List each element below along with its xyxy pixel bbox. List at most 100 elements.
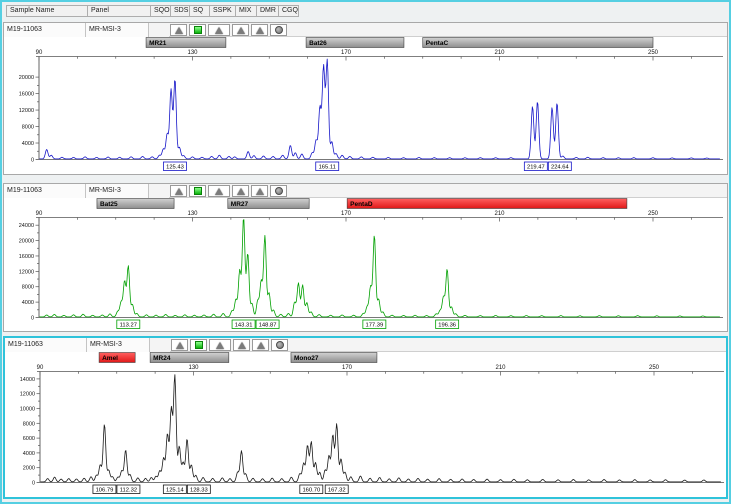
warning-triangle-icon (256, 188, 264, 195)
x-tick-label: 130 (188, 365, 199, 371)
x-tick-label: 130 (187, 50, 198, 56)
warning-triangle-icon (237, 188, 245, 195)
cgq-flag[interactable] (271, 339, 288, 351)
electropherogram-black[interactable]: AmelMR24Mono2790130170210250020004000600… (5, 352, 728, 497)
cgq-flag[interactable] (270, 24, 287, 36)
sample-row-filler (289, 338, 726, 351)
trace (41, 375, 721, 482)
sample-row: M19-11063 MR-MSI-3 (4, 184, 727, 198)
x-tick-label: 210 (494, 50, 505, 56)
mix-flag[interactable] (232, 24, 249, 36)
sspk-flag[interactable] (208, 185, 230, 197)
mix-flag[interactable] (232, 185, 249, 197)
green-square-icon (195, 341, 203, 349)
sspk-flag[interactable] (208, 24, 230, 36)
header-sspk[interactable]: SSPK (210, 5, 236, 17)
msi-analysis-pane: Sample Name Panel SQO SDS SQ SSPK MIX DM… (0, 0, 731, 504)
cgq-flag[interactable] (270, 185, 287, 197)
y-tick-label: 16000 (19, 254, 34, 260)
sds-flag[interactable] (171, 339, 188, 351)
panel-name-cell[interactable]: MR-MSI-3 (86, 184, 149, 198)
sample-panel-2: M19-11063 MR-MSI-3 Bat25MR27PentaD901301… (3, 183, 728, 332)
header-sqo[interactable]: SQO (151, 5, 171, 17)
electropherogram-green[interactable]: Bat25MR27PentaD9013017021025004000800012… (4, 198, 727, 332)
warning-triangle-icon (176, 342, 184, 349)
electropherogram-blue[interactable]: MR21Bat26PentaC9013017021025004000800012… (4, 37, 727, 174)
x-tick-label: 250 (648, 211, 659, 217)
y-tick-label: 4000 (22, 300, 34, 306)
sample-name-cell[interactable]: M19-11063 (4, 184, 86, 198)
x-tick-label: 170 (342, 365, 353, 371)
sq-flag[interactable] (189, 24, 206, 36)
warning-triangle-icon (238, 342, 246, 349)
x-tick-label: 210 (495, 365, 506, 371)
peak-size-label: 165.11 (319, 165, 336, 171)
peak-size-label: 196.36 (438, 323, 456, 329)
header-panel[interactable]: Panel (88, 5, 151, 17)
sample-row: M19-11063 MR-MSI-3 (4, 23, 727, 37)
x-tick-label: 90 (37, 365, 44, 371)
trace (40, 220, 720, 317)
sample-row-filler (288, 184, 727, 197)
y-tick-label: 20000 (19, 75, 34, 81)
sq-flag[interactable] (190, 339, 207, 351)
marker-label: Bat25 (100, 201, 118, 208)
marker-bar-pentad[interactable] (347, 199, 627, 209)
header-mix[interactable]: MIX (236, 5, 257, 17)
mix-flag[interactable] (233, 339, 250, 351)
y-tick-label: 4000 (23, 451, 35, 457)
marker-label: MR24 (153, 355, 171, 362)
sample-name-cell[interactable]: M19-11063 (5, 338, 87, 352)
panel-name-cell[interactable]: MR-MSI-3 (86, 23, 149, 37)
trace (40, 59, 720, 159)
peak-size-label: 160.70 (302, 488, 320, 494)
header-cgq[interactable]: CGQ (279, 5, 299, 17)
x-tick-label: 90 (36, 50, 43, 56)
marker-label: PentaC (426, 40, 449, 47)
sample-row-filler (288, 23, 727, 36)
x-tick-label: 170 (341, 211, 352, 217)
marker-bar-pentac[interactable] (423, 38, 653, 48)
y-tick-label: 24000 (19, 223, 34, 229)
header-dmr[interactable]: DMR (257, 5, 279, 17)
y-tick-label: 20000 (19, 239, 34, 245)
y-tick-label: 0 (31, 158, 34, 164)
dmr-flag[interactable] (251, 185, 268, 197)
y-tick-label: 10000 (20, 407, 35, 413)
y-tick-label: 8000 (23, 421, 35, 427)
peak-size-label: 219.47 (527, 165, 545, 171)
header-sample-name[interactable]: Sample Name (6, 5, 88, 17)
sds-flag[interactable] (170, 24, 187, 36)
dmr-flag[interactable] (251, 24, 268, 36)
warning-triangle-icon (175, 188, 183, 195)
sds-flag[interactable] (170, 185, 187, 197)
x-tick-label: 130 (187, 211, 198, 217)
peak-size-label: 143.31 (235, 323, 253, 329)
sqo-cell (150, 338, 170, 352)
gray-circle-icon (276, 341, 284, 349)
header-sds[interactable]: SDS (171, 5, 190, 17)
marker-label: MR27 (231, 201, 249, 208)
y-tick-label: 4000 (22, 141, 34, 147)
y-tick-label: 6000 (23, 436, 35, 442)
sq-flag[interactable] (189, 185, 206, 197)
sample-name-cell[interactable]: M19-11063 (4, 23, 86, 37)
peak-size-label: 128.33 (190, 488, 208, 494)
dmr-flag[interactable] (252, 339, 269, 351)
peak-size-label: 125.14 (166, 488, 185, 494)
gray-circle-icon (275, 187, 283, 195)
y-tick-label: 14000 (20, 377, 35, 383)
y-tick-label: 2000 (23, 466, 35, 472)
sqo-cell (149, 184, 169, 198)
panel-name-cell[interactable]: MR-MSI-3 (87, 338, 150, 352)
marker-label: Amel (102, 355, 118, 362)
sample-row: M19-11063 MR-MSI-3 (5, 338, 726, 352)
peak-size-label: 148.87 (259, 323, 277, 329)
header-sq[interactable]: SQ (190, 5, 210, 17)
sspk-flag[interactable] (209, 339, 231, 351)
marker-label: MR21 (149, 40, 167, 47)
warning-triangle-icon (215, 27, 223, 34)
x-tick-label: 250 (649, 365, 660, 371)
peak-size-label: 177.39 (365, 323, 383, 329)
x-tick-label: 250 (648, 50, 659, 56)
